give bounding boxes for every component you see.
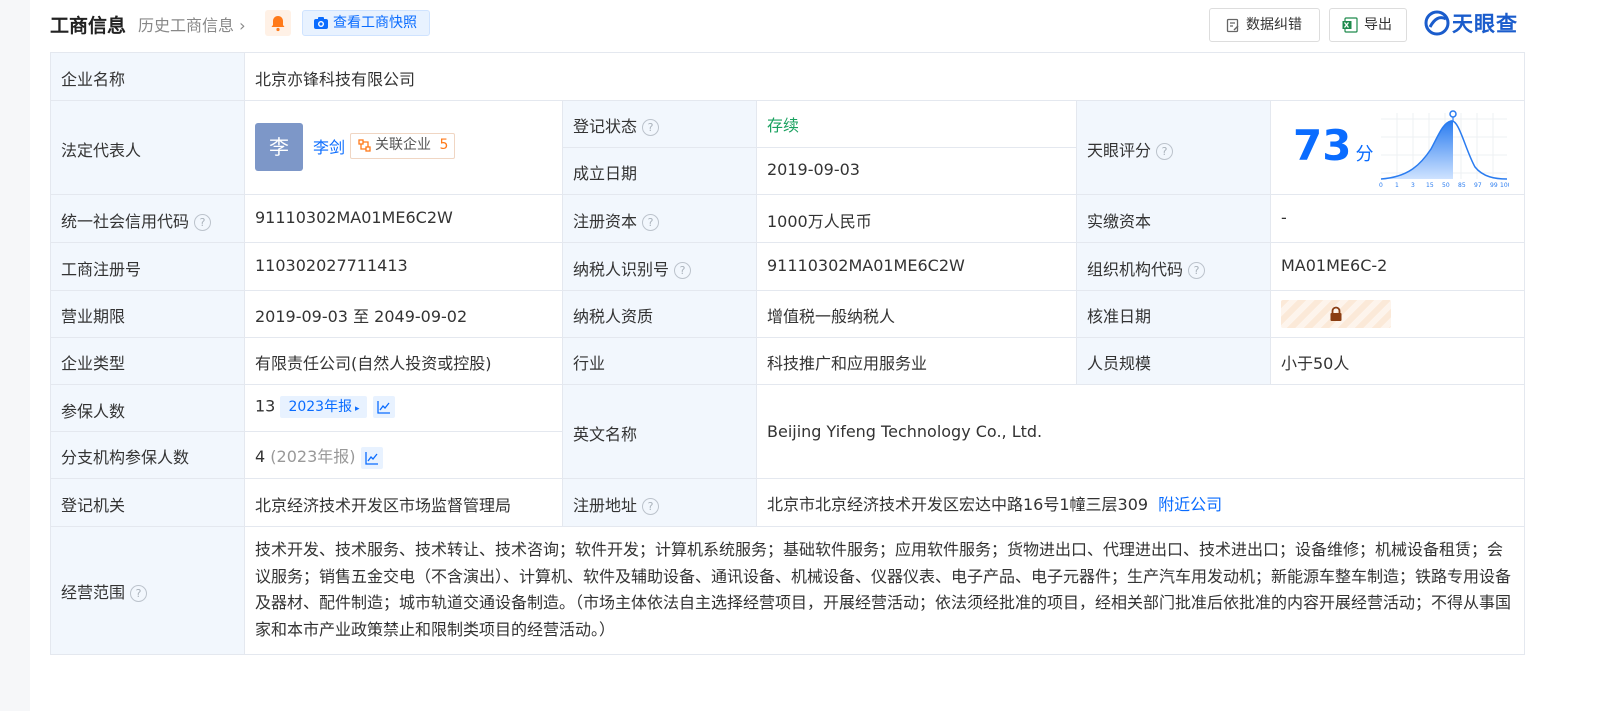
trend-chart-button[interactable] [360,446,383,469]
help-icon[interactable]: ? [1188,262,1206,279]
axis-tick: 15 [1426,182,1434,189]
label-company-name: 企业名称 [51,53,245,101]
value-industry: 科技推广和应用服务业 [757,338,1077,385]
section-title: 工商信息 [50,15,127,37]
value-reg-capital: 1000万人民币 [757,195,1077,243]
label-industry: 行业 [563,338,757,385]
value-biz-reg-no: 110302027711413 [245,243,563,291]
value-paid-capital: - [1271,195,1525,243]
axis-tick: 97 [1474,182,1482,189]
label-taxpayer-id: 纳税人识别号? [563,243,757,291]
label-tianyan-score: 天眼评分? [1077,101,1271,195]
lock-icon [1330,306,1342,321]
excel-icon [1342,17,1358,33]
label-founded: 成立日期 [563,148,757,195]
history-link[interactable]: 历史工商信息 › [138,12,246,36]
value-company-type: 有限责任公司(自然人投资或控股) [245,338,563,385]
label-staff-size: 人员规模 [1077,338,1271,385]
label-credit-code: 统一社会信用代码? [51,195,245,243]
axis-tick: 99 [1490,182,1498,189]
value-staff-size: 小于50人 [1271,338,1525,385]
help-icon[interactable]: ? [130,585,148,602]
value-tianyan-score[interactable]: 73分 0 1 3 15 50 85 97 99 100 [1271,101,1525,195]
value-legal-rep: 李 李剑 关联企业 5 [245,101,563,195]
label-org-code: 组织机构代码? [1077,243,1271,291]
axis-tick: 1 [1395,182,1399,189]
label-branch-insured: 分支机构参保人数 [51,432,245,479]
score-distribution-chart: 0 1 3 15 50 85 97 99 100 [1379,110,1509,189]
help-icon[interactable]: ? [642,214,660,231]
related-companies-button[interactable]: 关联企业 5 [350,133,456,159]
label-legal-rep: 法定代表人 [51,101,245,195]
value-approve-date [1271,291,1525,338]
export-button[interactable]: 导出 [1329,8,1407,42]
label-reg-capital: 注册资本? [563,195,757,243]
label-insured: 参保人数 [51,385,245,432]
label-reg-authority: 登记机关 [51,479,245,527]
value-biz-scope: 技术开发、技术服务、技术转让、技术咨询；软件开发；计算机系统服务；基础软件服务；… [245,527,1525,655]
locked-value-button[interactable] [1281,300,1391,328]
value-founded: 2019-09-03 [757,148,1077,195]
nearby-companies-link[interactable]: 附近公司 [1158,495,1222,514]
value-branch-insured: 4 (2023年报) [245,432,563,479]
axis-tick: 0 [1379,182,1383,189]
label-biz-scope: 经营范围? [51,527,245,655]
label-reg-address: 注册地址? [563,479,757,527]
trend-icon [364,451,378,465]
data-correction-button[interactable]: 数据纠错 [1209,8,1320,42]
score-value: 73 分 [1293,121,1374,170]
value-org-code: MA01ME6C-2 [1271,243,1525,291]
bell-icon-button[interactable] [265,10,291,36]
value-taxpayer-qual: 增值税一般纳税人 [757,291,1077,338]
value-biz-term: 2019-09-03 至 2049-09-02 [245,291,563,338]
label-paid-capital: 实缴资本 [1077,195,1271,243]
related-count: 5 [439,137,449,153]
value-reg-authority: 北京经济技术开发区市场监督管理局 [245,479,563,527]
logo-icon [1424,10,1450,36]
avatar: 李 [255,123,303,171]
value-taxpayer-id: 91110302MA01ME6C2W [757,243,1077,291]
label-taxpayer-qual: 纳税人资质 [563,291,757,338]
label-biz-term: 营业期限 [51,291,245,338]
tianyancha-logo: 天眼查 [1424,8,1524,38]
edit-doc-icon [1226,18,1239,33]
section-header: 工商信息 历史工商信息 › 查看工商快照 数据纠错 导出 天眼查 [30,0,1617,52]
help-icon[interactable]: ? [194,214,212,231]
axis-tick: 85 [1458,182,1466,189]
value-english-name: Beijing Yifeng Technology Co., Ltd. [757,385,1525,479]
label-reg-status: 登记状态? [563,101,757,148]
help-icon[interactable]: ? [1156,143,1174,160]
info-table: 企业名称 北京亦锋科技有限公司 法定代表人 李 李剑 关联企业 5 登记状态? … [50,52,1525,655]
label-company-type: 企业类型 [51,338,245,385]
help-icon[interactable]: ? [642,119,660,136]
help-icon[interactable]: ? [642,498,660,515]
relation-icon [358,139,371,152]
camera-icon [314,17,328,29]
value-reg-status: 存续 [757,101,1077,148]
trend-chart-button[interactable] [372,396,395,418]
chevron-right-icon: › [234,16,246,35]
label-english-name: 英文名称 [563,385,757,479]
help-icon[interactable]: ? [674,262,692,279]
snapshot-button[interactable]: 查看工商快照 [302,10,430,36]
label-approve-date: 核准日期 [1077,291,1271,338]
bell-icon [271,16,285,32]
caret-right-icon: ▸ [352,404,360,414]
axis-tick: 100 [1500,182,1509,189]
value-reg-address: 北京市北京经济技术开发区宏达中路16号1幢三层309 附近公司 [757,479,1525,527]
annual-report-tag[interactable]: 2023年报 ▸ [280,396,368,418]
axis-tick: 50 [1442,182,1450,189]
value-company-name: 北京亦锋科技有限公司 [245,53,1525,101]
label-biz-reg-no: 工商注册号 [51,243,245,291]
axis-tick: 3 [1411,182,1415,189]
legal-rep-name-link[interactable]: 李剑 [313,134,345,158]
value-credit-code: 91110302MA01ME6C2W [245,195,563,243]
trend-icon [376,401,390,414]
value-insured: 13 2023年报 ▸ [245,385,563,432]
